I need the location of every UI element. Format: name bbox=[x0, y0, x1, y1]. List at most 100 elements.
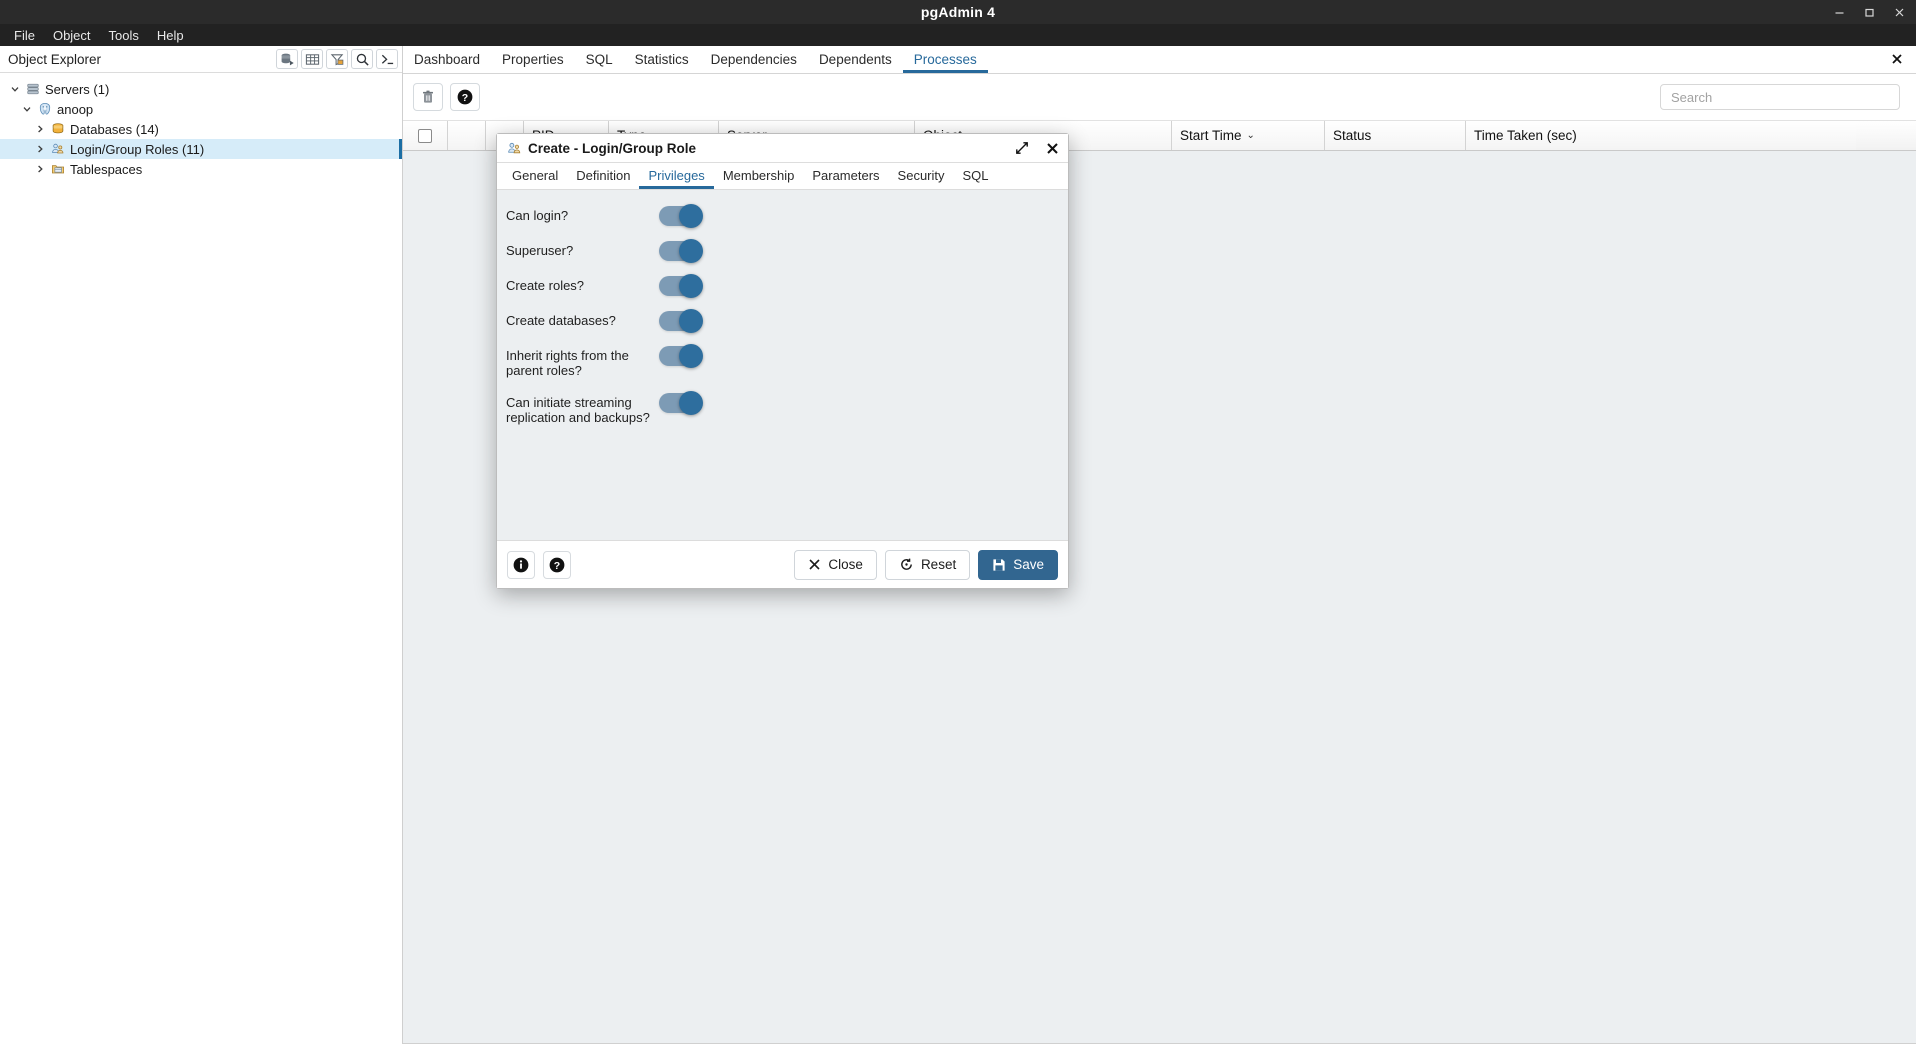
tab-statistics[interactable]: Statistics bbox=[624, 46, 700, 73]
toggle-knob bbox=[679, 344, 703, 368]
svg-text:?: ? bbox=[462, 92, 468, 104]
servers-icon bbox=[24, 82, 42, 96]
privilege-row-superuser: Superuser? bbox=[497, 239, 1068, 263]
save-button-label: Save bbox=[1013, 557, 1044, 572]
close-tab-icon[interactable] bbox=[1888, 50, 1906, 68]
tab-dashboard[interactable]: Dashboard bbox=[403, 46, 491, 73]
dialog-header[interactable]: Create - Login/Group Role bbox=[497, 134, 1068, 163]
add-server-icon[interactable] bbox=[276, 49, 298, 69]
privilege-row-inherit-rights: Inherit rights from the parent roles? bbox=[497, 344, 1068, 378]
menu-tools[interactable]: Tools bbox=[101, 26, 147, 45]
close-icon[interactable] bbox=[1888, 3, 1910, 21]
select-all-checkbox[interactable] bbox=[418, 128, 432, 143]
dialog-tab-general[interactable]: General bbox=[503, 163, 567, 189]
tab-dependencies[interactable]: Dependencies bbox=[700, 46, 808, 73]
menu-file[interactable]: File bbox=[6, 26, 43, 45]
tree-item-tablespaces[interactable]: Tablespaces bbox=[0, 159, 402, 179]
sort-descending-icon: ⌄ bbox=[1246, 130, 1255, 141]
delete-process-button[interactable] bbox=[413, 83, 443, 111]
inherit-rights-toggle[interactable] bbox=[659, 344, 703, 368]
maximize-icon[interactable] bbox=[1858, 3, 1880, 21]
chevron-right-icon[interactable] bbox=[31, 164, 49, 174]
privilege-label: Superuser? bbox=[506, 243, 574, 258]
tree-item-databases[interactable]: Databases (14) bbox=[0, 119, 402, 139]
dialog-tab-definition[interactable]: Definition bbox=[567, 163, 639, 189]
can-login-toggle[interactable] bbox=[659, 204, 703, 228]
privileges-panel: Can login? Superuser? Create roles? Crea… bbox=[497, 190, 1068, 540]
tree-item-servers[interactable]: Servers (1) bbox=[0, 79, 402, 99]
toggle-knob bbox=[679, 391, 703, 415]
menu-help[interactable]: Help bbox=[149, 26, 192, 45]
tab-dependents[interactable]: Dependents bbox=[808, 46, 903, 73]
chevron-down-icon[interactable] bbox=[6, 84, 24, 94]
dialog-title: Create - Login/Group Role bbox=[528, 140, 697, 156]
table-grid-icon[interactable] bbox=[301, 49, 323, 69]
create-role-dialog: Create - Login/Group Role General Defini… bbox=[496, 133, 1069, 589]
toggle-knob bbox=[679, 204, 703, 228]
privilege-label: Can login? bbox=[506, 208, 569, 223]
role-icon bbox=[507, 141, 522, 156]
search-icon[interactable] bbox=[351, 49, 373, 69]
save-button[interactable]: Save bbox=[978, 549, 1058, 580]
toggle-knob bbox=[679, 239, 703, 263]
dialog-tab-membership[interactable]: Membership bbox=[714, 163, 804, 189]
object-explorer-header: Object Explorer bbox=[0, 46, 402, 73]
grid-col-status[interactable]: Status bbox=[1325, 121, 1466, 150]
main-tabbar: Dashboard Properties SQL Statistics Depe… bbox=[403, 46, 1916, 74]
tree-item-label: Servers (1) bbox=[45, 81, 110, 97]
superuser-toggle[interactable] bbox=[659, 239, 703, 263]
privilege-label: Create roles? bbox=[506, 278, 585, 293]
reset-button-label: Reset bbox=[920, 557, 957, 572]
chevron-right-icon[interactable] bbox=[31, 144, 49, 154]
postgres-icon bbox=[36, 102, 54, 116]
tree-item-label: Login/Group Roles (11) bbox=[70, 141, 205, 157]
dialog-footer-actions: Close Reset Save bbox=[794, 549, 1058, 580]
select-all-header[interactable] bbox=[403, 121, 448, 150]
roles-icon bbox=[49, 142, 67, 156]
tree-item-anoop[interactable]: anoop bbox=[0, 99, 402, 119]
dialog-tab-sql[interactable]: SQL bbox=[954, 163, 998, 189]
close-icon[interactable] bbox=[1044, 140, 1060, 156]
menubar: File Object Tools Help bbox=[0, 24, 1916, 46]
tree-item-login-group-roles[interactable]: Login/Group Roles (11) bbox=[0, 139, 402, 159]
terminal-icon[interactable] bbox=[376, 49, 398, 69]
privilege-label: Can initiate streaming replication and b… bbox=[506, 395, 650, 425]
toggle-knob bbox=[679, 274, 703, 298]
chevron-right-icon[interactable] bbox=[31, 124, 49, 134]
minimize-icon[interactable] bbox=[1828, 3, 1850, 21]
menu-object[interactable]: Object bbox=[45, 26, 99, 45]
dialog-help-button[interactable]: ? bbox=[543, 550, 571, 579]
close-button[interactable]: Close bbox=[794, 549, 877, 580]
expand-icon[interactable] bbox=[1014, 140, 1030, 156]
object-tree: Servers (1) anoop Databases (14) Login/G… bbox=[0, 73, 402, 179]
tablespaces-icon bbox=[49, 162, 67, 176]
window-controls bbox=[1828, 0, 1910, 24]
privilege-row-replication: Can initiate streaming replication and b… bbox=[497, 391, 1068, 425]
dialog-tab-parameters[interactable]: Parameters bbox=[803, 163, 888, 189]
dialog-header-actions bbox=[1014, 140, 1060, 156]
filter-icon[interactable] bbox=[326, 49, 348, 69]
grid-col-time-taken[interactable]: Time Taken (sec) bbox=[1466, 121, 1856, 150]
reset-icon bbox=[901, 558, 912, 570]
dialog-tab-security[interactable]: Security bbox=[889, 163, 954, 189]
tab-properties[interactable]: Properties bbox=[491, 46, 575, 73]
tab-processes[interactable]: Processes bbox=[902, 46, 988, 73]
grid-col-start-time[interactable]: Start Time ⌄ bbox=[1172, 121, 1325, 150]
create-databases-toggle[interactable] bbox=[659, 309, 703, 333]
help-button[interactable]: ? bbox=[450, 83, 480, 111]
save-icon bbox=[993, 558, 1005, 571]
object-explorer-toolbar bbox=[276, 49, 398, 69]
tab-sql[interactable]: SQL bbox=[575, 46, 624, 73]
info-button[interactable] bbox=[507, 550, 535, 579]
reset-button[interactable]: Reset bbox=[884, 549, 971, 580]
object-explorer-panel: Object Explorer Servers (1) anoop Databa… bbox=[0, 46, 403, 1044]
chevron-down-icon[interactable] bbox=[18, 104, 36, 114]
search-input[interactable] bbox=[1660, 84, 1900, 110]
privilege-label: Create databases? bbox=[506, 313, 616, 328]
privilege-row-create-roles: Create roles? bbox=[497, 274, 1068, 298]
grid-col-spacer-1 bbox=[448, 121, 486, 150]
replication-toggle[interactable] bbox=[659, 391, 703, 415]
dialog-tab-privileges[interactable]: Privileges bbox=[639, 163, 714, 189]
privilege-row-create-databases: Create databases? bbox=[497, 309, 1068, 333]
create-roles-toggle[interactable] bbox=[659, 274, 703, 298]
